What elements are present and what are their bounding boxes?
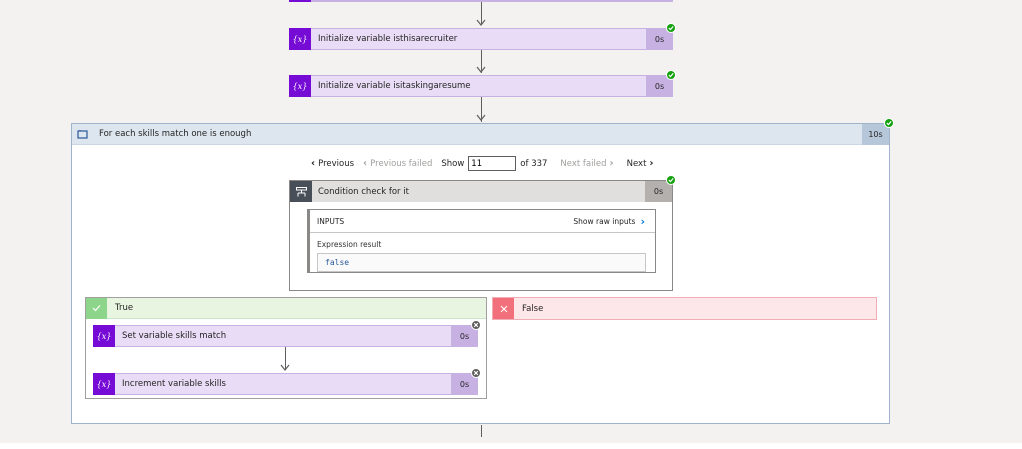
inputs-bar: INPUTS Show raw inputs › <box>310 210 655 233</box>
expression-result-label: Expression result <box>317 240 382 249</box>
false-branch[interactable]: False <box>492 297 877 320</box>
foreach-title: For each skills match one is enough <box>99 129 252 139</box>
action-increment-variable-skills[interactable]: {x} Increment variable skills 0s <box>93 373 478 395</box>
show-raw-inputs-link[interactable]: Show raw inputs › <box>573 215 645 228</box>
true-branch-header[interactable]: True <box>86 297 486 319</box>
success-check-icon <box>666 70 676 80</box>
variable-icon: {x} <box>289 28 311 50</box>
connector-arrow-icon <box>476 19 486 26</box>
connector-arrow-icon <box>476 66 486 73</box>
show-raw-inputs-label: Show raw inputs <box>573 216 636 226</box>
next-failed-label: Next failed <box>560 158 607 169</box>
previous-failed-button[interactable]: ‹ Previous failed <box>360 158 432 169</box>
condition-icon <box>290 181 312 202</box>
checkmark-icon <box>86 297 107 319</box>
chevron-left-icon: ‹ <box>363 158 368 169</box>
chevron-right-icon: › <box>609 158 614 169</box>
action-title: Increment variable skills <box>122 379 226 389</box>
designer-canvas: {x} Initialize variable isthisarecruiter… <box>0 0 1022 443</box>
condition-header[interactable]: Condition check for it 0s <box>290 181 672 202</box>
iteration-total: of 337 <box>520 158 548 169</box>
true-branch-label: True <box>115 303 134 313</box>
canvas-bottom-edge <box>0 443 1022 449</box>
show-label: Show <box>441 158 465 169</box>
chevron-right-icon: › <box>640 214 645 228</box>
false-branch-label: False <box>522 303 544 314</box>
action-title: Initialize variable isitaskingaresume <box>318 81 471 91</box>
condition-title: Condition check for it <box>318 186 409 197</box>
action-title: Set variable skills match <box>122 331 227 341</box>
action-initialize-isitaskingaresume[interactable]: {x} Initialize variable isitaskingaresum… <box>289 75 673 97</box>
iteration-input[interactable] <box>468 156 517 171</box>
inputs-panel: INPUTS Show raw inputs › Expression resu… <box>307 209 656 273</box>
true-branch: True {x} Set variable skills match 0s {x… <box>85 297 487 399</box>
connector-line <box>481 425 482 437</box>
next-failed-button[interactable]: Next failed › <box>560 158 616 169</box>
connector-arrow-icon <box>280 364 290 371</box>
chevron-right-icon: › <box>649 158 654 169</box>
foreach-header[interactable]: For each skills match one is enough 10s <box>72 123 889 145</box>
success-check-icon <box>666 23 676 33</box>
variable-icon: {x} <box>289 75 311 97</box>
iteration-pager: ‹ Previous ‹ Previous failed Show of 337… <box>308 156 657 171</box>
previous-label: Previous <box>318 158 355 169</box>
skipped-icon <box>471 320 481 330</box>
success-check-icon <box>884 118 894 128</box>
previous-button[interactable]: ‹ Previous <box>308 158 354 169</box>
variable-icon: {x} <box>93 373 115 395</box>
foreach-loop-icon <box>72 124 93 145</box>
action-initialize-isthisarecruiter[interactable]: {x} Initialize variable isthisarecruiter… <box>289 28 673 50</box>
action-set-variable-skills-match[interactable]: {x} Set variable skills match 0s <box>93 325 478 347</box>
next-button[interactable]: Next › <box>627 158 657 169</box>
variable-icon: {x} <box>93 325 115 347</box>
expression-result-value: false <box>317 253 646 272</box>
success-check-icon <box>666 175 676 185</box>
foreach-container: For each skills match one is enough 10s … <box>71 123 890 424</box>
skipped-icon <box>471 368 481 378</box>
action-title: Initialize variable isthisarecruiter <box>318 34 458 44</box>
inputs-label: INPUTS <box>317 216 345 226</box>
next-label: Next <box>626 158 647 169</box>
connector-arrow-icon <box>476 114 486 121</box>
condition-card: Condition check for it 0s INPUTS Show ra… <box>289 180 673 291</box>
previous-failed-label: Previous failed <box>370 158 433 169</box>
previous-action-edge-icon <box>289 0 311 2</box>
chevron-left-icon: ‹ <box>311 158 316 169</box>
close-icon <box>493 298 514 319</box>
